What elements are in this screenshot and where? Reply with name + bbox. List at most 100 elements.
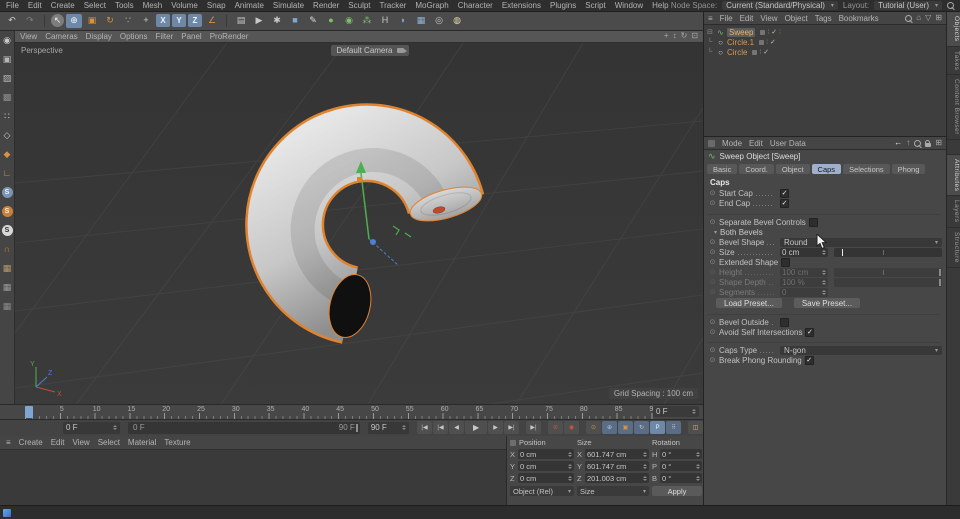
stepper[interactable] [402,425,407,431]
attr-menu-mode[interactable]: Mode [722,139,742,148]
size-mode-dropdown[interactable]: Size ▾ [577,486,649,497]
load-preset-button[interactable]: Load Preset... [716,298,782,308]
separate-bevel-checkbox[interactable] [808,217,818,227]
layout-dropdown[interactable]: Tutorial (User) ▾ [874,1,942,10]
render-picture-viewer-icon[interactable]: ▶ [251,14,267,28]
menu-select[interactable]: Select [84,1,106,10]
stepper[interactable] [822,249,826,255]
side-tab-objects[interactable]: Objects [947,12,960,47]
visibility-dots-icon[interactable]: ∶ [759,48,761,56]
next-key-button[interactable]: ▶| [504,421,520,435]
object-row-circle[interactable]: └ ○ Circle ∶ ✓ [704,47,946,57]
layer-color-chip[interactable] [759,39,765,45]
rotate-icon[interactable]: ↻ [681,32,688,40]
animation-dot-icon[interactable]: ⊙ [709,238,716,246]
viewport-menu-view[interactable]: View [20,32,37,41]
menu-animate[interactable]: Animate [235,1,264,10]
current-frame-field[interactable]: 0 F [653,405,699,417]
animation-dot-icon[interactable]: ⊙ [709,318,716,326]
home-icon[interactable]: ⌂ [916,14,921,22]
viewport-menu-prorender[interactable]: ProRender [210,32,249,41]
zoom-icon[interactable]: ↕ [673,32,677,40]
om-menu-file[interactable]: File [720,14,733,23]
end-frame-field[interactable]: 90 F [367,421,410,434]
rotation-p-field[interactable]: 0 ° [660,461,702,472]
animation-dot-icon[interactable]: ⊙ [709,346,716,354]
prev-key-button[interactable]: |◀ [433,421,449,435]
break-phong-checkbox[interactable] [804,355,814,365]
scale-tool-icon[interactable]: ▣ [84,14,100,28]
lock-x-axis-button[interactable]: X [156,14,170,28]
redo-icon[interactable]: ↷ [22,14,38,28]
visibility-dots-icon[interactable]: ∶ [767,28,769,36]
position-z-field[interactable]: 0 cm [518,473,574,484]
add-cube-icon[interactable]: ■ [287,14,303,28]
side-tab-attributes[interactable]: Attributes [947,154,960,197]
visibility-dots-icon[interactable]: ∶ [766,38,768,46]
viewport-menu-display[interactable]: Display [86,32,112,41]
hierarchy-expander-icon[interactable]: ⊟ [706,28,714,36]
key-rotation-button[interactable]: ↻ [634,421,650,435]
sweep-object[interactable] [245,103,486,344]
tab-coord-[interactable]: Coord. [739,164,774,174]
node-space-dropdown[interactable]: Current (Standard/Physical) ▾ [722,1,838,10]
menu-tracker[interactable]: Tracker [380,1,407,10]
size-slider[interactable] [834,247,942,257]
save-preset-button[interactable]: Save Preset... [793,298,861,308]
prev-frame-button[interactable]: ◀ [449,421,465,435]
z-axis-handle[interactable] [370,238,376,245]
maximize-icon[interactable]: ⊡ [691,32,698,40]
material-menu-view[interactable]: View [72,438,89,447]
make-editable-icon[interactable]: ◉ [0,31,14,50]
axis-mode-icon[interactable]: ∟ [0,164,14,183]
material-menu-material[interactable]: Material [128,438,156,447]
timeline-ruler[interactable]: 051015202530354045505560657075808590 0 F [0,403,703,419]
lock-z-axis-button[interactable]: Z [188,14,202,28]
stepper[interactable] [568,475,572,481]
lock-y-axis-button[interactable]: Y [172,14,186,28]
frame-number-field[interactable]: 0 F [63,421,121,434]
material-menu-create[interactable]: Create [19,438,43,447]
object-name[interactable]: Circle [727,48,747,57]
stepper[interactable] [568,451,572,457]
size-z-field[interactable]: 201.003 cm [585,473,649,484]
coordinate-system-icon[interactable]: ∠ [204,14,220,28]
menu-mograph[interactable]: MoGraph [415,1,448,10]
menu-script[interactable]: Script [585,1,605,10]
size-field[interactable]: 0 cm [780,247,828,257]
snap-off-icon[interactable]: S [1,224,13,236]
stepper[interactable] [696,463,700,469]
coords-mode-icon[interactable] [510,439,516,446]
key-parameter-button[interactable]: P [650,421,666,435]
floor-icon[interactable]: ▦ [413,14,429,28]
om-menu-view[interactable]: View [760,14,777,23]
material-menu-texture[interactable]: Texture [164,438,190,447]
edges-mode-icon[interactable]: ◇ [0,126,14,145]
camera-icon[interactable]: ◎ [431,14,447,28]
menu-plugins[interactable]: Plugins [550,1,576,10]
menu-simulate[interactable]: Simulate [273,1,304,10]
workplane-grid-icon[interactable]: ▦ [0,259,14,278]
stepper[interactable] [696,475,700,481]
menu-window[interactable]: Window [615,1,643,10]
object-row-circle-1[interactable]: └ ○ Circle.1 ∶ ✓ [704,37,946,47]
animation-dot-icon[interactable]: ⊙ [709,356,716,364]
animation-dot-icon[interactable]: ⊙ [709,258,716,266]
caps-type-dropdown[interactable]: N-gon ▾ [780,345,942,355]
texture-mode-icon[interactable]: ▨ [0,69,14,88]
camera-label[interactable]: Default Camera [331,44,409,56]
end-cap-checkbox[interactable] [780,198,789,208]
animation-dot-icon[interactable]: ⊙ [709,199,716,207]
side-tab-layers[interactable]: Layers [947,196,960,228]
om-menu-bookmarks[interactable]: Bookmarks [839,14,879,23]
locked-workplane-icon[interactable]: ▦ [0,278,14,297]
panel-icon[interactable] [708,139,715,147]
position-x-field[interactable]: 0 cm [518,449,574,460]
avoid-self-intersections-checkbox[interactable] [805,327,815,337]
symmetry-icon[interactable]: H [377,14,393,28]
enabled-check-icon[interactable]: ✓ [763,48,769,56]
filter-icon[interactable]: ▽ [925,14,931,22]
object-name[interactable]: Circle.1 [727,38,754,47]
tab-phong[interactable]: Phong [891,164,926,174]
menu-volume[interactable]: Volume [171,1,198,10]
